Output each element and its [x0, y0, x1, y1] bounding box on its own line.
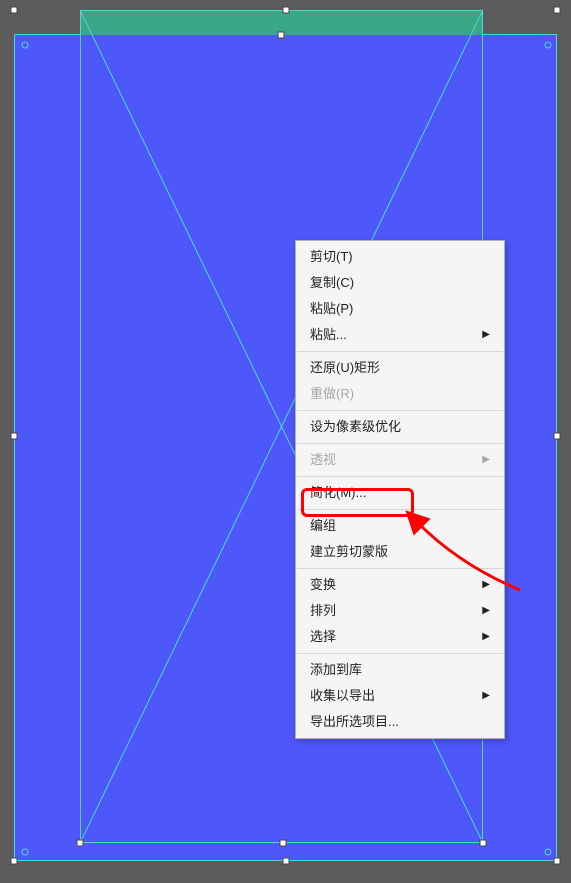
menu-item: 透视 ▶ — [296, 447, 504, 473]
selection-handle-ml[interactable] — [11, 433, 18, 440]
menu-item-label: 建立剪切蒙版 — [310, 543, 388, 561]
anchor-point[interactable] — [22, 849, 29, 856]
menu-item: 重做(R) — [296, 381, 504, 407]
anchor-point[interactable] — [22, 42, 29, 49]
menu-item-label: 还原(U)矩形 — [310, 359, 380, 377]
menu-separator — [297, 509, 503, 510]
selection-handle[interactable] — [77, 840, 84, 847]
menu-item-label: 选择 — [310, 628, 336, 646]
menu-item[interactable]: 复制(C) — [296, 270, 504, 296]
chevron-right-icon: ▶ — [482, 451, 490, 469]
menu-separator — [297, 476, 503, 477]
menu-item[interactable]: 选择 ▶ — [296, 624, 504, 650]
menu-item-label: 粘贴... — [310, 326, 347, 344]
menu-item[interactable]: 设为像素级优化 — [296, 414, 504, 440]
menu-separator — [297, 410, 503, 411]
menu-item[interactable]: 建立剪切蒙版 — [296, 539, 504, 565]
menu-item-label: 排列 — [310, 602, 336, 620]
menu-item[interactable]: 变换 ▶ — [296, 572, 504, 598]
menu-item-label: 设为像素级优化 — [310, 418, 401, 436]
menu-item-label: 编组 — [310, 517, 336, 535]
menu-item-label: 剪切(T) — [310, 248, 353, 266]
selection-handle[interactable] — [280, 840, 287, 847]
menu-item-label: 变换 — [310, 576, 336, 594]
menu-item[interactable]: 添加到库 — [296, 657, 504, 683]
selection-handle[interactable] — [480, 840, 487, 847]
anchor-point[interactable] — [545, 849, 552, 856]
menu-item[interactable]: 粘贴... ▶ — [296, 322, 504, 348]
selection-handle-bc[interactable] — [283, 858, 290, 865]
context-menu: 剪切(T) 复制(C) 粘贴(P) 粘贴... ▶ 还原(U)矩形重做(R) 设为像素级优化… — [295, 240, 505, 739]
menu-separator — [297, 351, 503, 352]
selection-handle-tr[interactable] — [554, 7, 561, 14]
menu-item[interactable]: 排列 ▶ — [296, 598, 504, 624]
menu-item[interactable]: 粘贴(P) — [296, 296, 504, 322]
menu-item[interactable]: 还原(U)矩形 — [296, 355, 504, 381]
menu-item-label: 简化(M)... — [310, 484, 366, 502]
selection-handle-bl[interactable] — [11, 858, 18, 865]
chevron-right-icon: ▶ — [482, 326, 490, 344]
menu-separator — [297, 443, 503, 444]
selection-handle-mr[interactable] — [554, 433, 561, 440]
menu-item-label: 导出所选项目... — [310, 713, 399, 731]
menu-item-label: 重做(R) — [310, 385, 354, 403]
selection-handle-tl[interactable] — [11, 7, 18, 14]
anchor-point[interactable] — [545, 42, 552, 49]
chevron-right-icon: ▶ — [482, 602, 490, 620]
chevron-right-icon: ▶ — [482, 576, 490, 594]
menu-separator — [297, 568, 503, 569]
menu-item[interactable]: 编组 — [296, 513, 504, 539]
menu-item[interactable]: 收集以导出 ▶ — [296, 683, 504, 709]
chevron-right-icon: ▶ — [482, 687, 490, 705]
canvas-area[interactable]: 剪切(T) 复制(C) 粘贴(P) 粘贴... ▶ 还原(U)矩形重做(R) 设为像素级优化… — [0, 0, 571, 883]
menu-item[interactable]: 简化(M)... — [296, 480, 504, 506]
selection-handle-br[interactable] — [554, 858, 561, 865]
menu-item-label: 收集以导出 — [310, 687, 375, 705]
menu-separator — [297, 653, 503, 654]
menu-item-label: 粘贴(P) — [310, 300, 353, 318]
selection-handle[interactable] — [278, 32, 285, 39]
chevron-right-icon: ▶ — [482, 628, 490, 646]
selection-handle-tc[interactable] — [283, 7, 290, 14]
menu-item[interactable]: 导出所选项目... — [296, 709, 504, 735]
menu-item-label: 透视 — [310, 451, 336, 469]
menu-item-label: 复制(C) — [310, 274, 354, 292]
menu-item-label: 添加到库 — [310, 661, 362, 679]
menu-item[interactable]: 剪切(T) — [296, 244, 504, 270]
